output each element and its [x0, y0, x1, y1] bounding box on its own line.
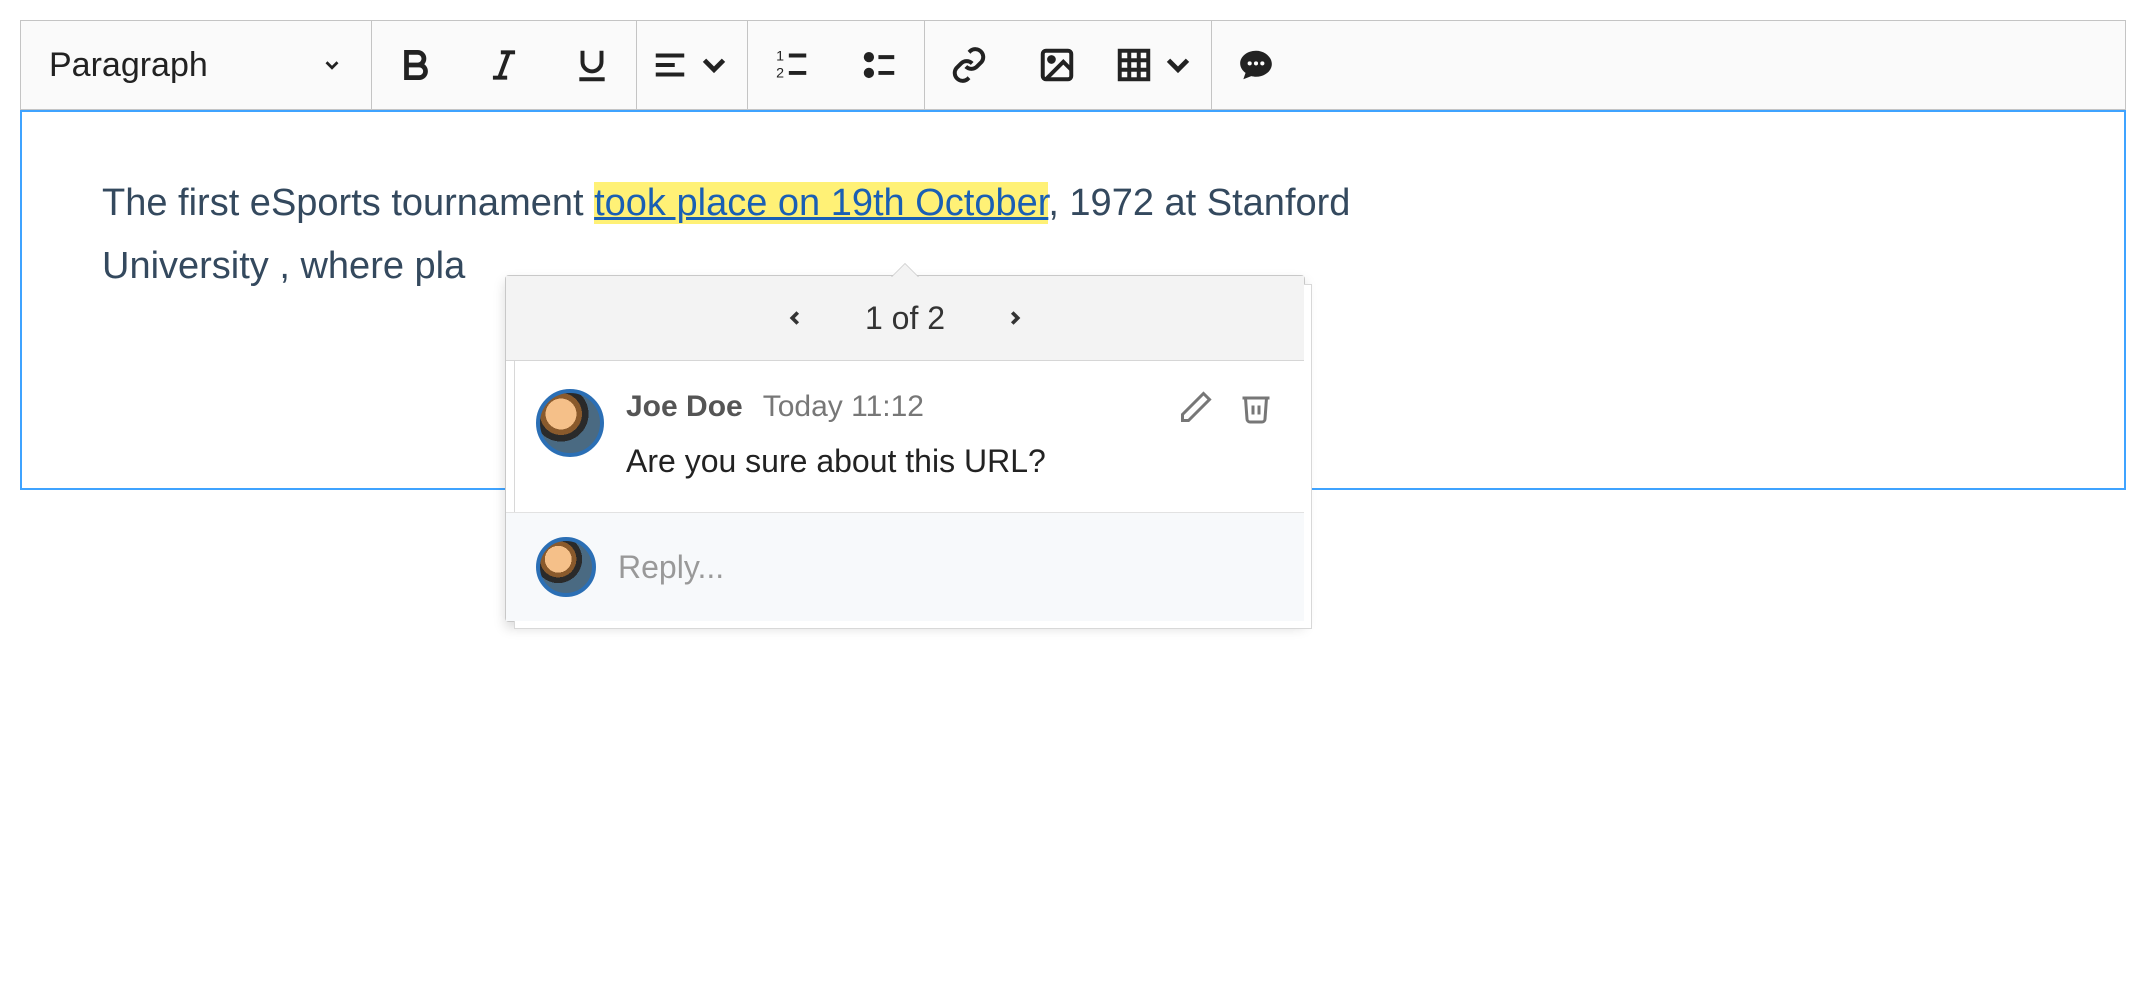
link-icon — [950, 46, 988, 84]
comment-avatar — [536, 389, 604, 457]
italic-icon — [485, 46, 523, 84]
format-group — [372, 21, 637, 109]
editor-wrapper: Paragraph 12 — [20, 20, 2126, 490]
delete-icon[interactable] — [1238, 389, 1274, 425]
popup-pager: 1 of 2 — [506, 276, 1304, 361]
comment-button[interactable] — [1212, 21, 1300, 109]
list-group: 12 — [748, 21, 925, 109]
bold-icon — [397, 46, 435, 84]
chevron-left-icon — [784, 307, 806, 329]
chevron-right-icon — [1004, 307, 1026, 329]
comment-body: Joe Doe Today 11:12 Are you sure about t… — [626, 389, 1274, 480]
align-group — [637, 21, 748, 109]
table-button[interactable] — [1101, 21, 1211, 109]
numbered-list-icon: 12 — [773, 46, 811, 84]
reply-row — [506, 512, 1304, 621]
link-button[interactable] — [925, 21, 1013, 109]
insert-group — [925, 21, 1212, 109]
chevron-down-icon — [1159, 46, 1197, 84]
chevron-down-icon — [321, 54, 343, 76]
align-left-icon — [651, 46, 689, 84]
comment-time: Today 11:12 — [763, 390, 924, 424]
comment-item: Joe Doe Today 11:12 Are you sure about t… — [506, 361, 1304, 512]
reply-avatar — [536, 537, 596, 597]
align-button[interactable] — [637, 21, 747, 109]
comment-meta: Joe Doe Today 11:12 — [626, 389, 1274, 425]
text-after-1: , 1972 at Stanford — [1048, 182, 1350, 224]
image-button[interactable] — [1013, 21, 1101, 109]
bulleted-list-icon — [861, 46, 899, 84]
underline-icon — [573, 46, 611, 84]
numbered-list-button[interactable]: 12 — [748, 21, 836, 109]
toolbar: Paragraph 12 — [20, 20, 2126, 110]
italic-button[interactable] — [460, 21, 548, 109]
popup-arrow — [891, 264, 919, 278]
reply-input[interactable] — [618, 549, 1274, 586]
heading-group: Paragraph — [21, 21, 372, 109]
bulleted-list-button[interactable] — [836, 21, 924, 109]
chevron-down-icon — [695, 46, 733, 84]
heading-select[interactable]: Paragraph — [21, 21, 371, 109]
underline-button[interactable] — [548, 21, 636, 109]
comment-popup: 1 of 2 Joe Doe Today 11:12 Are you sure … — [505, 275, 1305, 622]
heading-label: Paragraph — [49, 46, 208, 85]
highlighted-link[interactable]: took place on 19th October — [594, 182, 1048, 224]
comment-icon — [1237, 46, 1275, 84]
bold-button[interactable] — [372, 21, 460, 109]
comment-tool-group — [1212, 21, 2125, 109]
pager-prev-button[interactable] — [775, 298, 815, 338]
pager-next-button[interactable] — [995, 298, 1035, 338]
svg-text:1: 1 — [776, 48, 784, 64]
svg-text:2: 2 — [776, 66, 784, 82]
comment-actions — [1178, 389, 1274, 425]
text-line2: University , where pla — [102, 245, 465, 287]
edit-icon[interactable] — [1178, 389, 1214, 425]
comment-author: Joe Doe — [626, 390, 743, 424]
comment-text: Are you sure about this URL? — [626, 443, 1274, 480]
text-before: The first eSports tournament — [102, 182, 594, 224]
image-icon — [1038, 46, 1076, 84]
table-icon — [1115, 46, 1153, 84]
pager-label: 1 of 2 — [865, 300, 945, 337]
